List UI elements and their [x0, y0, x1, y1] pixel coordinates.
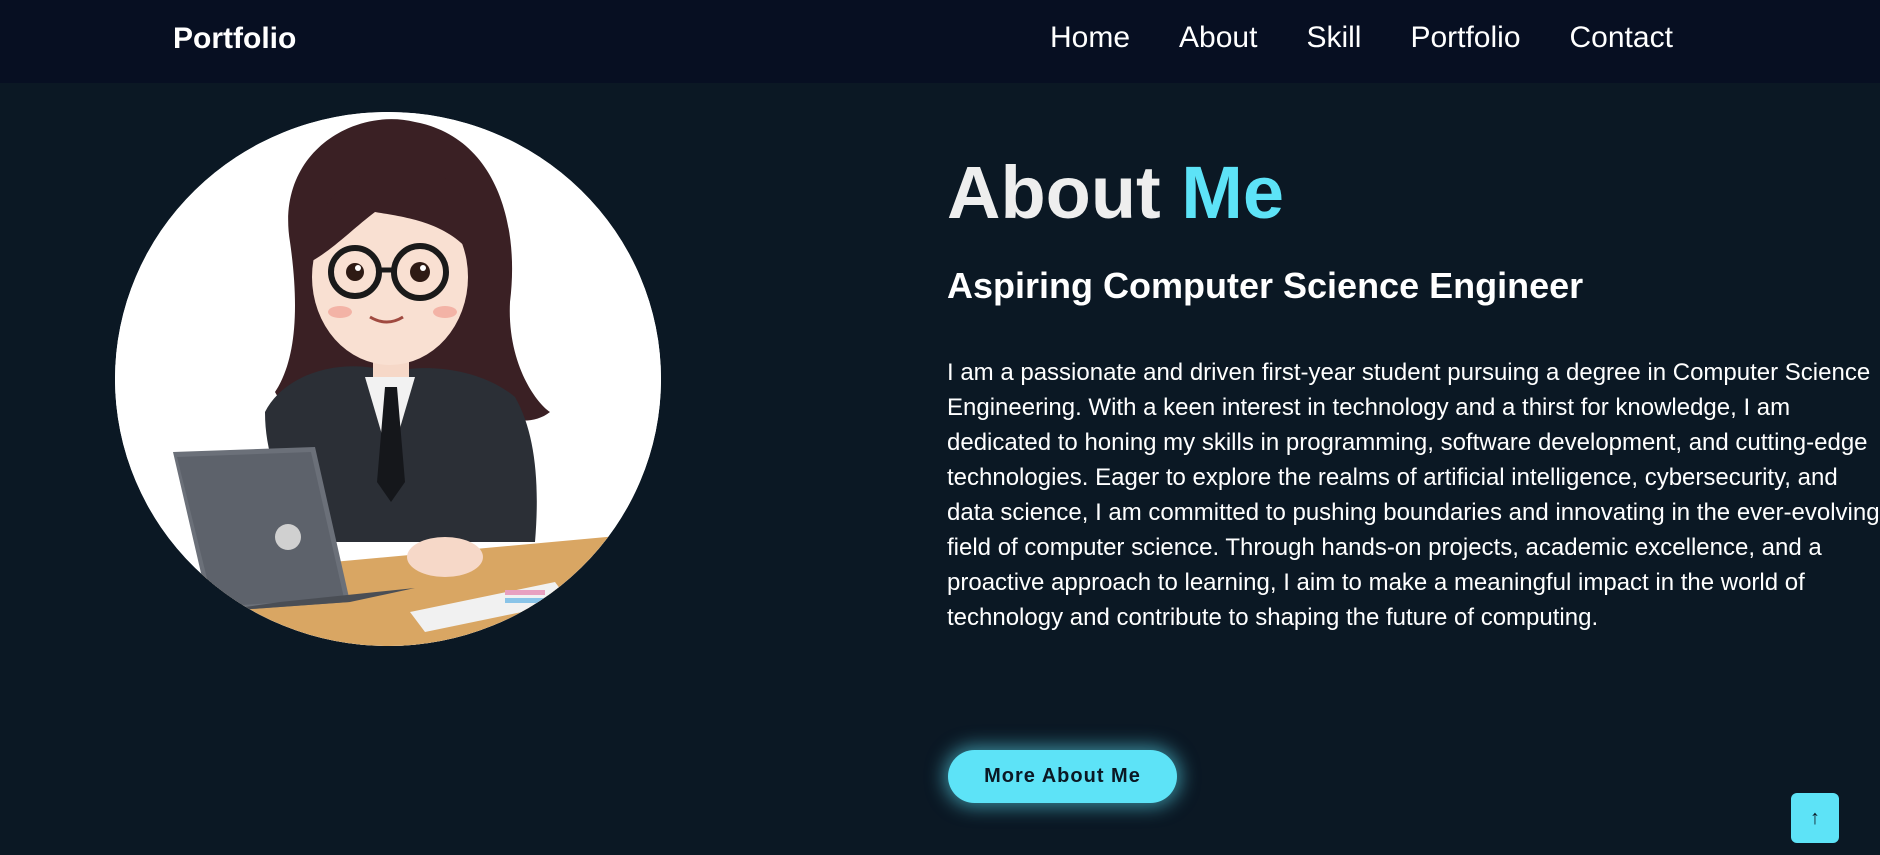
nav-skill[interactable]: Skill [1306, 19, 1361, 57]
arrow-up-icon: ↑ [1810, 807, 1820, 829]
more-about-me-button[interactable]: More About Me [948, 750, 1177, 803]
about-title: About Me [947, 150, 1284, 236]
nav-home[interactable]: Home [1050, 19, 1130, 57]
about-title-main: About [947, 151, 1182, 234]
nav-contact[interactable]: Contact [1570, 19, 1673, 57]
nav-links: Home About Skill Portfolio Contact [1050, 19, 1673, 57]
avatar-illustration [115, 112, 661, 646]
navbar: Portfolio Home About Skill Portfolio Con… [0, 0, 1880, 83]
nav-about[interactable]: About [1179, 19, 1257, 57]
page: Portfolio Home About Skill Portfolio Con… [0, 0, 1880, 855]
about-bio: I am a passionate and driven first-year … [947, 359, 1880, 631]
nav-portfolio[interactable]: Portfolio [1410, 19, 1520, 57]
about-subtitle: Aspiring Computer Science Engineer [947, 265, 1584, 306]
about-title-accent: Me [1181, 151, 1285, 234]
scroll-to-top-button[interactable]: ↑ [1791, 793, 1839, 843]
brand-logo[interactable]: Portfolio [173, 21, 296, 57]
avatar [115, 112, 661, 646]
